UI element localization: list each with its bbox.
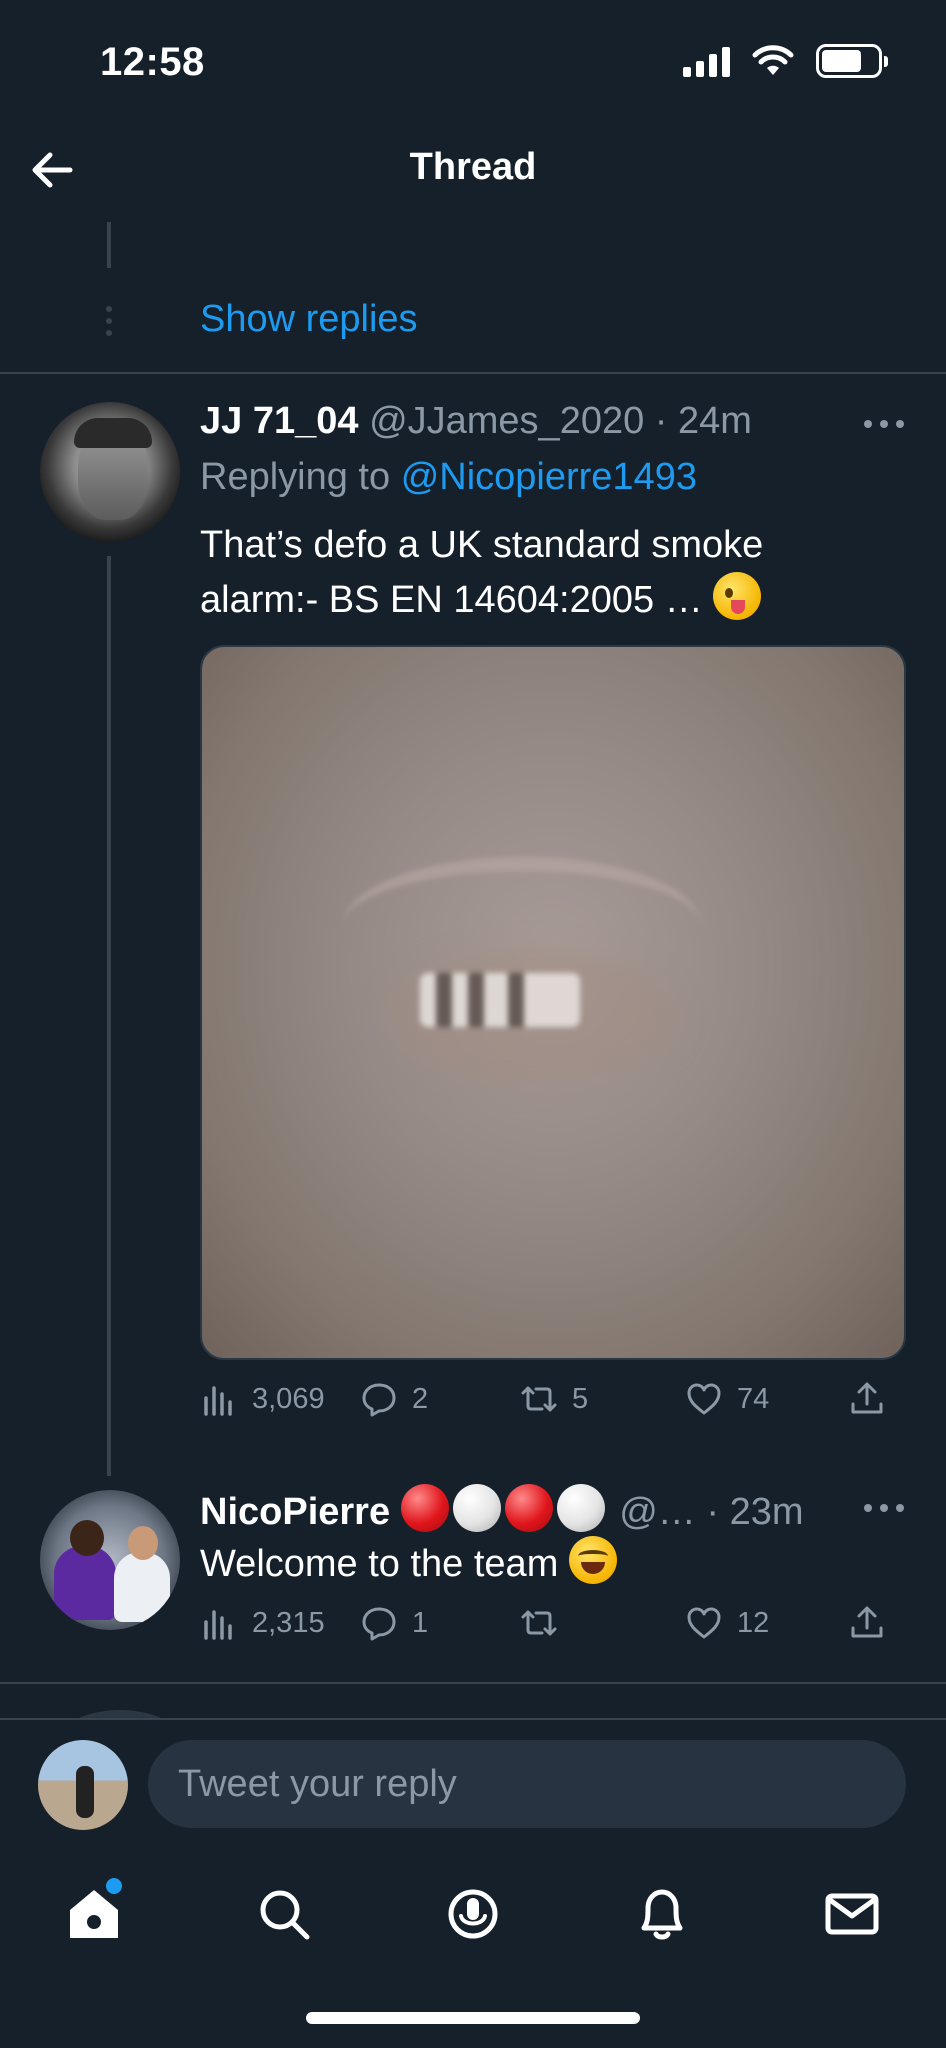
retweet-icon xyxy=(521,1386,557,1412)
views-icon xyxy=(204,1610,232,1640)
home-indicator[interactable] xyxy=(306,2012,640,2024)
thread-header: Thread xyxy=(0,120,946,220)
heart-icon xyxy=(687,1383,721,1415)
replying-to-link[interactable]: @Nicopierre1493 xyxy=(401,456,697,498)
retweet-button[interactable]: 5 xyxy=(520,1380,588,1418)
heart-icon xyxy=(687,1607,721,1639)
reply-icon xyxy=(362,1383,396,1417)
reply-count: 1 xyxy=(412,1606,429,1639)
retweet-count: 5 xyxy=(572,1382,589,1415)
notifications-icon xyxy=(641,1889,683,1940)
like-count: 12 xyxy=(737,1606,770,1639)
page-title: Thread xyxy=(409,146,537,188)
grinning-squinting-face-icon xyxy=(568,1536,617,1584)
tweet-actions: 3,069 2 5 74 xyxy=(200,1380,900,1430)
avatar[interactable] xyxy=(40,402,180,542)
views-count: 2,315 xyxy=(252,1606,325,1639)
views-button[interactable]: 2,315 xyxy=(200,1604,325,1642)
retweet-icon xyxy=(521,1610,557,1636)
tab-search[interactable] xyxy=(252,1882,316,1946)
status-icons xyxy=(683,44,888,78)
timestamp[interactable]: 23m xyxy=(730,1491,804,1533)
show-replies-link[interactable]: Show replies xyxy=(200,298,418,341)
views-icon xyxy=(204,1386,232,1416)
replying-prefix: Replying to xyxy=(200,456,391,498)
retweet-button[interactable] xyxy=(520,1604,572,1642)
like-button[interactable]: 74 xyxy=(685,1380,769,1418)
tab-messages[interactable] xyxy=(820,1882,884,1946)
tweet-media-image[interactable] xyxy=(200,645,906,1360)
replying-to: Replying to @Nicopierre1493 xyxy=(200,456,697,499)
reply-icon xyxy=(362,1607,396,1641)
tweet-text-line: Welcome to the team xyxy=(200,1543,559,1585)
share-icon xyxy=(851,1606,883,1638)
reply-input[interactable] xyxy=(148,1740,906,1828)
reply-count: 2 xyxy=(412,1382,429,1415)
red-circle-icon xyxy=(504,1484,553,1532)
handle[interactable]: @JJames_2020 xyxy=(369,400,644,442)
spaces-icon xyxy=(448,1889,498,1939)
cellular-signal-icon xyxy=(683,45,730,77)
thread-connector-line xyxy=(107,556,111,1476)
divider xyxy=(0,1682,946,1684)
avatar[interactable] xyxy=(40,1490,180,1630)
previous-tweet-actions xyxy=(200,208,890,228)
tweet-text: That’s defo a UK standard smoke alarm:- … xyxy=(200,518,890,627)
views-count: 3,069 xyxy=(252,1382,325,1415)
wifi-icon xyxy=(752,45,794,75)
thread-gap-dots xyxy=(106,306,112,336)
timestamp[interactable]: 24m xyxy=(678,400,752,442)
tweet-header: JJ 71_04 @JJames_2020 · 24m xyxy=(200,400,752,443)
status-bar: 12:58 xyxy=(0,0,946,120)
tweet-header: NicoPierre @… · 23m xyxy=(200,1484,804,1534)
display-name[interactable]: NicoPierre xyxy=(200,1491,390,1533)
more-options-icon[interactable] xyxy=(864,1504,904,1516)
reply-button[interactable]: 2 xyxy=(360,1380,428,1418)
share-icon xyxy=(851,1382,883,1414)
my-avatar xyxy=(38,1740,128,1830)
share-button[interactable] xyxy=(848,1604,886,1642)
thread-connector-line xyxy=(107,222,111,268)
reply-bar xyxy=(0,1718,946,1858)
separator: · xyxy=(654,400,668,442)
tweet-text: Welcome to the team xyxy=(200,1536,890,1591)
divider xyxy=(0,372,946,374)
battery-icon xyxy=(816,44,888,78)
share-button[interactable] xyxy=(848,1380,886,1418)
white-circle-icon xyxy=(556,1484,605,1532)
winking-face-with-tongue-icon xyxy=(713,572,762,620)
home-notification-dot xyxy=(106,1878,122,1894)
messages-icon xyxy=(825,1893,879,1935)
search-icon xyxy=(260,1890,310,1940)
like-count: 74 xyxy=(737,1382,770,1415)
tweet-text-line: That’s defo a UK standard smoke xyxy=(200,524,764,566)
separator: · xyxy=(706,1491,720,1533)
handle[interactable]: @… xyxy=(619,1491,696,1533)
tab-spaces[interactable] xyxy=(441,1882,505,1946)
display-name[interactable]: JJ 71_04 xyxy=(200,400,359,442)
reply-button[interactable]: 1 xyxy=(360,1604,428,1642)
more-options-icon[interactable] xyxy=(864,420,904,432)
like-button[interactable]: 12 xyxy=(685,1604,769,1642)
tweet-text-line: alarm:- BS EN 14604:2005 … xyxy=(200,579,703,621)
white-circle-icon xyxy=(452,1484,501,1532)
tab-notifications[interactable] xyxy=(630,1882,694,1946)
red-circle-icon xyxy=(400,1484,449,1532)
views-button[interactable]: 3,069 xyxy=(200,1380,325,1418)
status-time: 12:58 xyxy=(100,40,205,84)
tweet-actions: 2,315 1 12 xyxy=(200,1604,900,1654)
